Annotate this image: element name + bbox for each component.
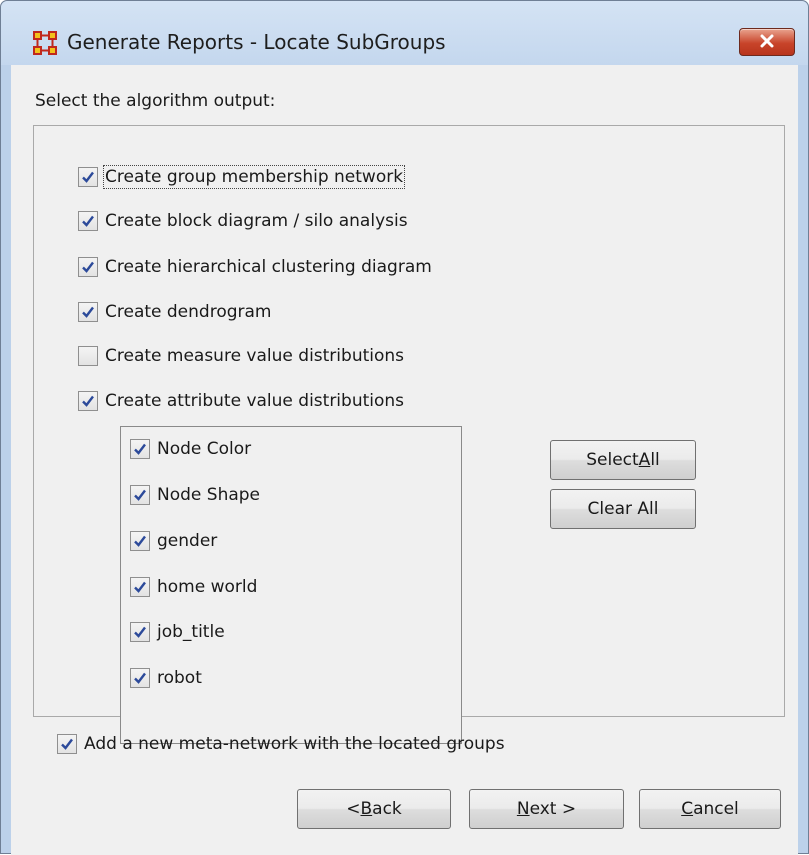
checkbox[interactable]	[130, 668, 150, 688]
cancel-button[interactable]: Cancel	[639, 789, 781, 829]
option-label: Create block diagram / silo analysis	[105, 211, 408, 231]
option-block-diagram[interactable]: Create block diagram / silo analysis	[78, 211, 408, 231]
button-text: Select	[586, 450, 639, 470]
checkbox[interactable]	[130, 577, 150, 597]
dialog-content: Select the algorithm output: Create grou…	[11, 65, 798, 855]
checkbox[interactable]	[130, 622, 150, 642]
option-label: Create hierarchical clustering diagram	[105, 257, 432, 277]
back-button[interactable]: < Back	[297, 789, 451, 829]
option-dendrogram[interactable]: Create dendrogram	[78, 302, 271, 322]
checkbox[interactable]	[78, 211, 98, 231]
prompt-label: Select the algorithm output:	[35, 91, 276, 111]
attribute-item-robot[interactable]: robot	[130, 668, 202, 688]
select-all-button[interactable]: Select All	[550, 440, 696, 480]
close-icon	[759, 33, 775, 52]
clear-all-button[interactable]: Clear All	[550, 489, 696, 529]
attribute-label: robot	[157, 668, 202, 688]
button-text: <	[346, 799, 361, 819]
checkbox[interactable]	[130, 531, 150, 551]
attribute-item-job-title[interactable]: job_title	[130, 622, 225, 642]
option-label: Add a new meta-network with the located …	[84, 734, 505, 754]
attribute-label: home world	[157, 577, 258, 597]
option-label: Create measure value distributions	[105, 346, 405, 366]
algorithm-output-panel: Create group membership network Create b…	[33, 125, 785, 744]
title-bar[interactable]: Generate Reports - Locate SubGroups	[1, 1, 808, 65]
network-grid-icon	[32, 30, 58, 56]
checkbox[interactable]	[78, 167, 98, 187]
option-label: Create attribute value distributions	[105, 391, 405, 411]
dialog-window: Generate Reports - Locate SubGroups Sele…	[0, 0, 809, 855]
button-mnemonic: B	[360, 799, 373, 819]
close-button[interactable]	[739, 28, 795, 56]
option-hierarchical-clustering[interactable]: Create hierarchical clustering diagram	[78, 257, 432, 277]
checkbox[interactable]	[57, 734, 77, 754]
checkbox[interactable]	[78, 302, 98, 322]
button-mnemonic: C	[681, 799, 694, 819]
attribute-label: gender	[157, 531, 218, 551]
option-label: Create group membership network	[102, 165, 406, 189]
attribute-label: job_title	[157, 622, 225, 642]
attribute-list-panel: Node Color Node Shape gender home world …	[120, 426, 462, 744]
checkbox[interactable]	[130, 485, 150, 505]
option-measure-value-distributions[interactable]: Create measure value distributions	[78, 346, 404, 366]
checkbox[interactable]	[130, 439, 150, 459]
checkbox[interactable]	[78, 391, 98, 411]
button-text: ancel	[693, 799, 739, 819]
next-button[interactable]: Next >	[469, 789, 624, 829]
button-text: Clear All	[587, 499, 659, 519]
attribute-item-gender[interactable]: gender	[130, 531, 217, 551]
button-text: ack	[372, 799, 402, 819]
button-text: ll	[650, 450, 660, 470]
attribute-label: Node Color	[157, 439, 252, 459]
attribute-label: Node Shape	[157, 485, 261, 505]
attribute-item-node-color[interactable]: Node Color	[130, 439, 251, 459]
button-mnemonic: A	[638, 450, 651, 470]
window-title: Generate Reports - Locate SubGroups	[67, 30, 446, 54]
button-mnemonic: N	[516, 799, 530, 819]
add-meta-network-option[interactable]: Add a new meta-network with the located …	[57, 734, 505, 754]
button-text: ext >	[529, 799, 577, 819]
attribute-item-home-world[interactable]: home world	[130, 577, 257, 597]
checkbox[interactable]	[78, 257, 98, 277]
option-label: Create dendrogram	[105, 302, 272, 322]
option-group-membership-network[interactable]: Create group membership network	[78, 165, 406, 189]
checkbox[interactable]	[78, 346, 98, 366]
option-attribute-value-distributions[interactable]: Create attribute value distributions	[78, 391, 404, 411]
attribute-item-node-shape[interactable]: Node Shape	[130, 485, 260, 505]
